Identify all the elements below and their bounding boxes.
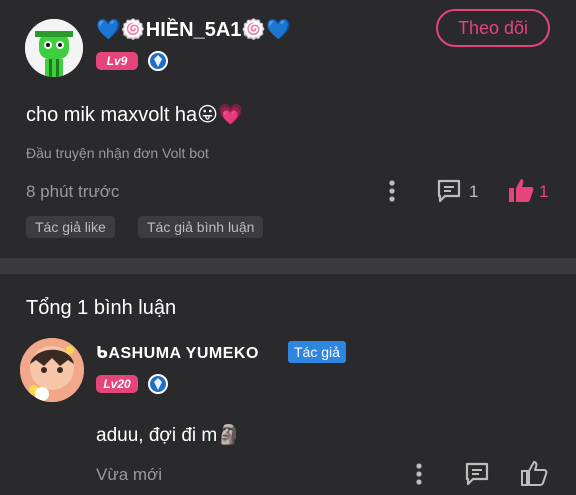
author-badge: Tác giả xyxy=(288,341,346,363)
thumb-up-icon[interactable] xyxy=(507,176,535,209)
comment-author-avatar[interactable] xyxy=(20,338,84,402)
comment-level-badge: Lv20 xyxy=(96,375,138,393)
post-author-name[interactable]: 💙🍥HIỀN_5A1🍥💙 xyxy=(96,17,291,42)
comment-icon[interactable] xyxy=(464,461,490,492)
comment-icon[interactable] xyxy=(436,178,462,209)
comment-time: Vừa mới xyxy=(96,465,162,484)
post-card: 💙🍥HIỀN_5A1🍥💙 Lv9 Theo dõi cho mik maxvol… xyxy=(0,0,576,258)
shield-icon xyxy=(148,374,168,394)
like-count: 1 xyxy=(539,182,549,201)
section-divider xyxy=(0,258,576,274)
post-content: cho mik maxvolt ha😛💗 xyxy=(26,104,243,126)
shield-icon xyxy=(148,51,168,71)
tag-author-like: Tác giả like xyxy=(26,216,115,238)
comments-total: Tổng 1 bình luận xyxy=(26,297,177,319)
post-author-avatar[interactable] xyxy=(25,19,83,77)
comment-content: aduu, đợi đi m🗿 xyxy=(96,425,241,446)
post-subtitle[interactable]: Đầu truyện nhận đơn Volt bot xyxy=(26,145,209,161)
thumb-up-icon[interactable] xyxy=(520,459,548,492)
tag-author-comment: Tác giả bình luận xyxy=(138,216,264,238)
post-time: 8 phút trước xyxy=(26,182,120,201)
follow-button[interactable]: Theo dõi xyxy=(436,9,550,47)
level-badge: Lv9 xyxy=(96,52,138,70)
comment-author-name[interactable]: ᑲASHUMA YUMEKO xyxy=(96,343,259,363)
more-vert-icon[interactable] xyxy=(413,461,425,492)
comment-count: 1 xyxy=(469,182,479,201)
more-vert-icon[interactable] xyxy=(386,178,398,209)
